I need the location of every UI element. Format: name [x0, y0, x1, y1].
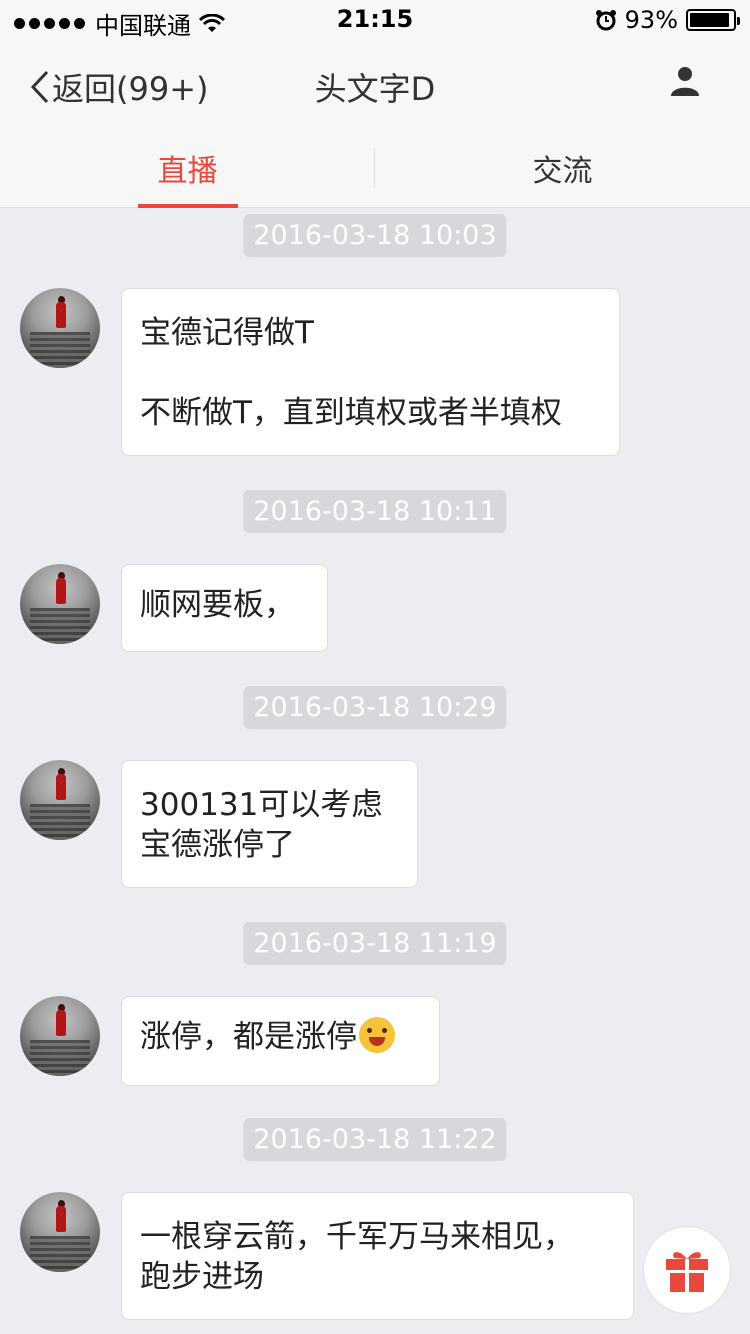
message-timestamp: 2016-03-18 10:29: [243, 686, 507, 729]
message-bubble[interactable]: 一根穿云箭，千军万马来相见， 跑步进场: [121, 1192, 634, 1320]
message-timestamp: 2016-03-18 10:03: [243, 214, 507, 257]
avatar[interactable]: [20, 760, 100, 840]
page-title: 头文字D: [314, 70, 436, 108]
alarm-icon: [595, 10, 616, 31]
gift-button[interactable]: [643, 1226, 731, 1314]
user-button[interactable]: [670, 66, 700, 100]
message-text: 涨停，都是涨停: [140, 1019, 357, 1055]
user-icon: [671, 67, 699, 96]
message-text: 跑步进场: [140, 1259, 264, 1295]
nav-bar: 返回(99+) 头文字D: [0, 40, 750, 130]
message-text: 顺网要板，: [140, 587, 295, 623]
avatar[interactable]: [20, 1192, 100, 1272]
battery-icon: [686, 9, 740, 31]
message-text-blank: [140, 353, 601, 393]
message-timestamp: 2016-03-18 11:19: [243, 922, 507, 965]
message-bubble[interactable]: 涨停，都是涨停: [121, 996, 440, 1086]
avatar[interactable]: [20, 288, 100, 368]
message-text: 宝德涨停了: [140, 827, 295, 863]
avatar[interactable]: [20, 564, 100, 644]
gift-icon: [666, 1252, 708, 1292]
message-text: 300131可以考虑: [140, 787, 383, 823]
message-bubble[interactable]: 宝德记得做T 不断做T，直到填权或者半填权: [121, 288, 620, 456]
message-text: 不断做T，直到填权或者半填权: [140, 395, 562, 431]
message-text: 宝德记得做T: [140, 315, 314, 351]
hugging-face-emoji-icon: [359, 1017, 395, 1053]
message-timestamp: 2016-03-18 11:22: [243, 1118, 507, 1161]
message-bubble[interactable]: 300131可以考虑 宝德涨停了: [121, 760, 418, 888]
tab-live[interactable]: 直播: [0, 130, 375, 208]
message-bubble[interactable]: 顺网要板，: [121, 564, 328, 652]
battery-percent: 93%: [624, 6, 678, 34]
battery-fill: [690, 13, 730, 27]
avatar[interactable]: [20, 996, 100, 1076]
status-bar: 中国联通 21:15 93%: [0, 0, 750, 40]
tab-discussion[interactable]: 交流: [375, 130, 750, 208]
tab-bar: 直播 交流: [0, 130, 750, 208]
tab-active-indicator: [138, 204, 238, 208]
message-text: 一根穿云箭，千军万马来相见，: [140, 1219, 574, 1255]
message-timestamp: 2016-03-18 10:11: [243, 490, 507, 533]
